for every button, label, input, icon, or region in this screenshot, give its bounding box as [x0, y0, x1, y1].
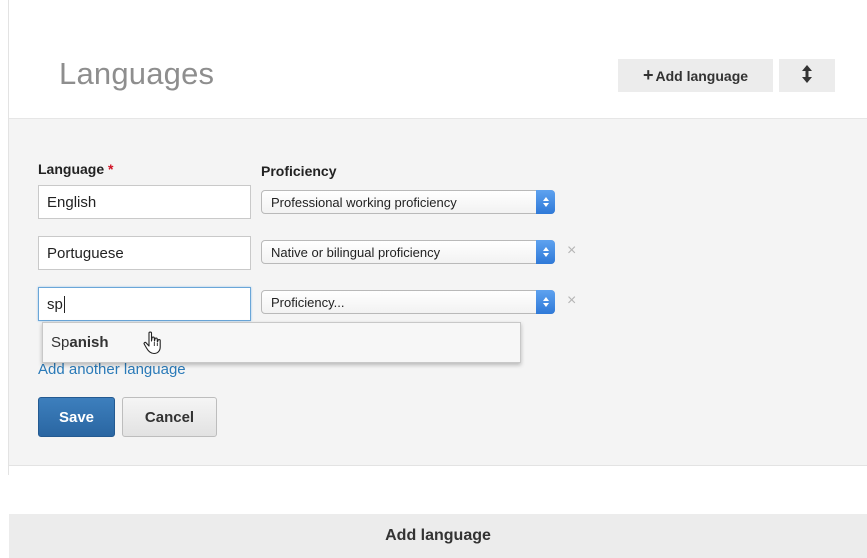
add-language-button[interactable]: + Add language — [618, 59, 773, 92]
language-input-3-value: sp — [47, 295, 63, 313]
proficiency-column-label: Proficiency — [261, 163, 337, 179]
required-marker: * — [108, 161, 114, 177]
language-label-text: Language — [38, 161, 105, 177]
proficiency-select-1[interactable]: Professional working proficiency — [261, 190, 555, 214]
language-input-2[interactable]: Portuguese — [38, 236, 251, 270]
cancel-button[interactable]: Cancel — [122, 397, 217, 437]
select-arrows-icon — [536, 240, 555, 264]
add-language-button-label: Add language — [655, 67, 749, 84]
add-language-footer-button[interactable]: Add language — [9, 514, 867, 558]
proficiency-select-3-value: Proficiency... — [271, 294, 345, 310]
select-arrows-icon — [536, 290, 555, 314]
select-arrows-icon — [536, 190, 555, 214]
language-input-2-value: Portuguese — [47, 244, 124, 262]
plus-icon: + — [642, 65, 654, 85]
save-button[interactable]: Save — [38, 397, 115, 437]
add-another-language-link[interactable]: Add another language — [38, 361, 186, 378]
hand-pointer-icon — [143, 331, 165, 359]
section-title: Languages — [59, 56, 215, 91]
proficiency-select-3[interactable]: Proficiency... — [261, 290, 555, 314]
autocomplete-suggestion[interactable]: Sp anish — [42, 322, 521, 363]
section-header: Languages + Add language — [9, 0, 867, 119]
remove-language-3-icon[interactable]: × — [567, 292, 576, 310]
suggestion-match-text: Sp — [51, 334, 70, 351]
remove-language-2-icon[interactable]: × — [567, 242, 576, 260]
reorder-button[interactable] — [779, 59, 835, 92]
language-column-label: Language * — [38, 161, 113, 177]
footer-label: Add language — [385, 527, 491, 544]
proficiency-select-2[interactable]: Native or bilingual proficiency — [261, 240, 555, 264]
suggestion-rest-text: anish — [69, 334, 109, 351]
proficiency-select-2-value: Native or bilingual proficiency — [271, 244, 441, 260]
language-input-3[interactable]: sp — [38, 287, 251, 321]
text-caret — [63, 295, 65, 313]
proficiency-select-1-value: Professional working proficiency — [271, 194, 457, 210]
language-input-1[interactable]: English — [38, 185, 251, 219]
up-down-arrow-icon — [802, 65, 812, 86]
language-input-1-value: English — [47, 193, 97, 211]
